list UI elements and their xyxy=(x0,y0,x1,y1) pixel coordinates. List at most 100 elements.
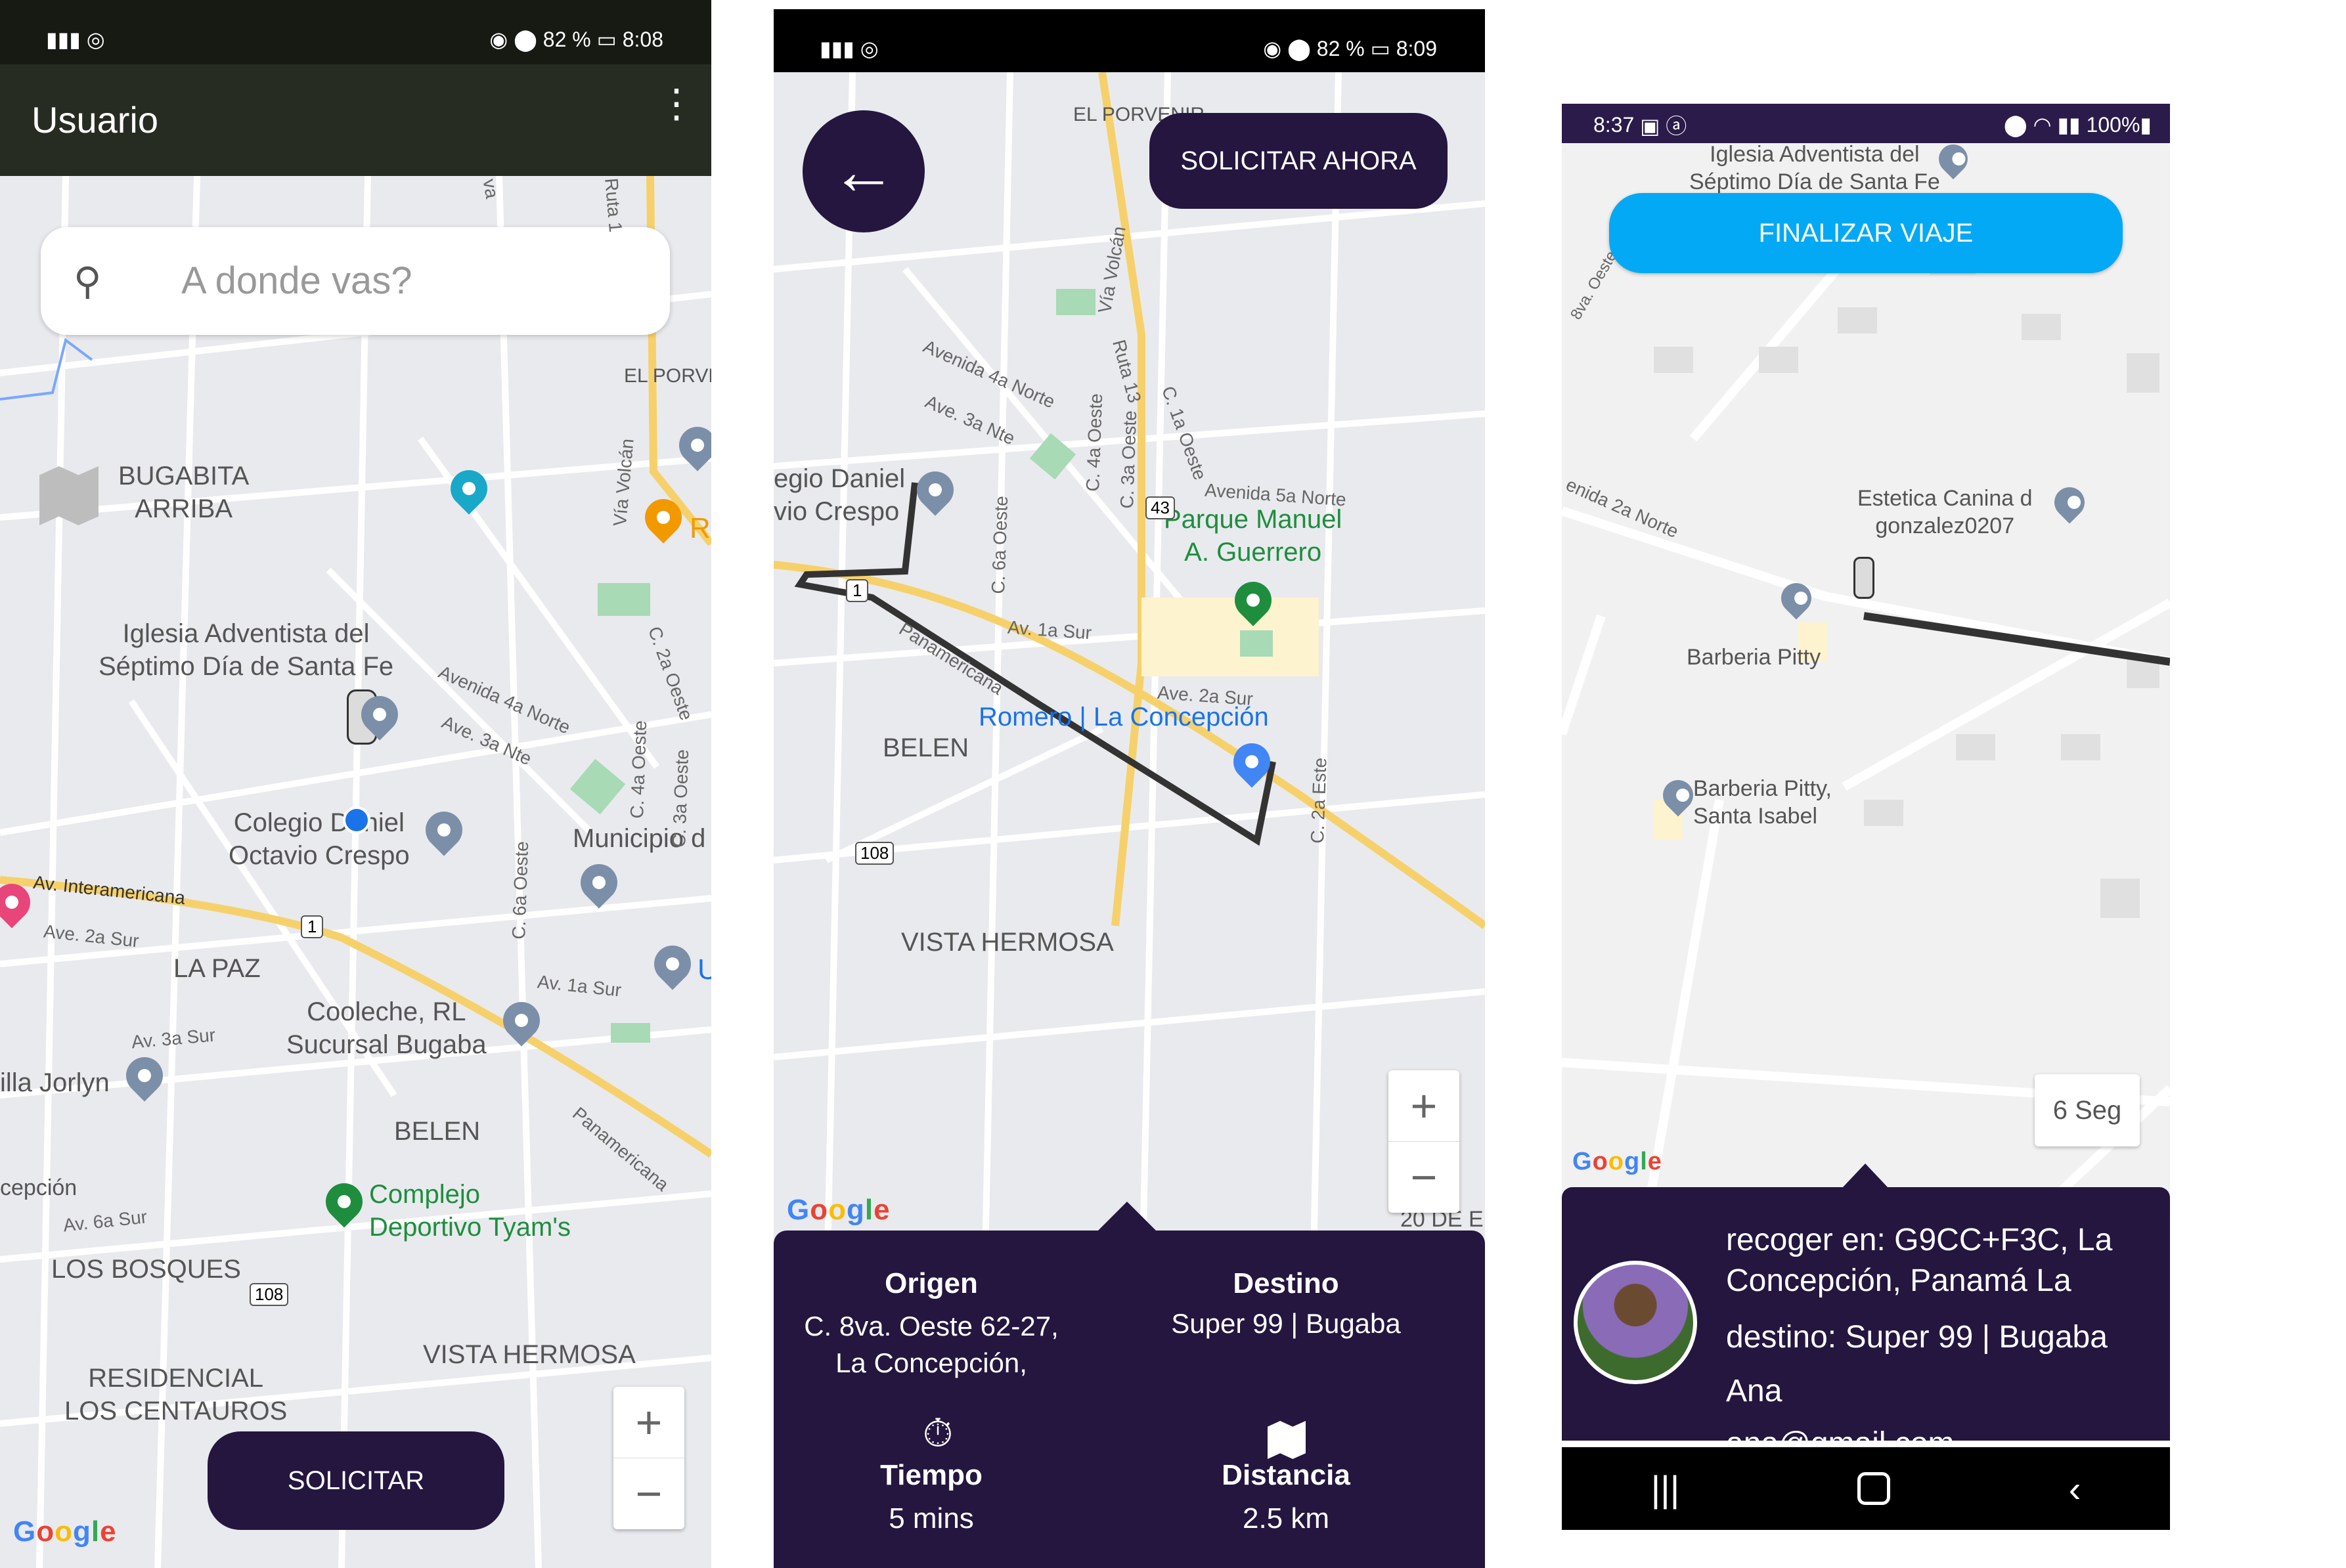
street-c2a-este: C. 2a Este xyxy=(1307,757,1331,844)
status-bar-3-content: 8:37 ▣ ⓐ ⬤ ◠ ▮▮ 100% ▮ xyxy=(1593,112,2152,139)
more-options-icon[interactable]: ⋮ xyxy=(657,84,696,123)
label-la-paz: LA PAZ xyxy=(173,954,261,983)
finalizar-viaje-label: FINALIZAR VIAJE xyxy=(1758,218,1974,248)
street-c6a-oeste: C. 6a Oeste xyxy=(508,840,533,940)
label-r: R xyxy=(690,512,711,544)
solicitar-button[interactable]: SOLICITAR xyxy=(208,1431,504,1530)
label-complejo: Complejo Deportivo Tyam's xyxy=(369,1180,571,1242)
page-title: Usuario xyxy=(32,99,158,141)
time-value: 5 mins xyxy=(889,1502,974,1535)
avatar xyxy=(1574,1261,1697,1384)
zoom-controls: + − xyxy=(613,1387,684,1529)
dest-title: Destino xyxy=(1233,1267,1339,1299)
battery-icon: ▭ xyxy=(596,28,617,51)
my-location-dot xyxy=(343,806,370,834)
label-estetica: Estetica Canina d gonzalez0207 xyxy=(1857,486,2033,538)
battery-label-3: 100% xyxy=(2086,112,2140,137)
route-shield-1: 1 xyxy=(301,915,324,938)
battery-icon-3: ▮ xyxy=(2140,113,2152,137)
timer-label: 6 Seg xyxy=(2052,1095,2122,1125)
solicitar-button-label: SOLICITAR xyxy=(287,1466,425,1495)
zoom-in-button-2[interactable]: + xyxy=(1388,1070,1459,1141)
route-line-3 xyxy=(1863,612,2170,666)
search-icon: ⚲ xyxy=(74,260,102,303)
route-shield-1-2: 1 xyxy=(846,579,869,602)
timer-badge: 6 Seg xyxy=(2035,1074,2140,1146)
label-vista-hermosa: VISTA HERMOSA xyxy=(423,1340,636,1369)
label-cooleche: Cooleche, RL Sucursal Bugaba xyxy=(286,997,487,1059)
label-iglesia-3: Iglesia Adventista del Séptimo Día de Sa… xyxy=(1689,142,1940,194)
street-c3a-oeste: C. 3a Oeste xyxy=(669,749,693,848)
screen-conductor: 8:37 ▣ ⓐ ⬤ ◠ ▮▮ 100% ▮ Iglesia Adventist… xyxy=(1562,104,2170,1530)
label-barberia: Barberia Pitty xyxy=(1687,645,1821,670)
app-bar: Usuario ⋮ xyxy=(0,64,711,176)
route-shield-43: 43 xyxy=(1145,496,1175,519)
label-colegio-2: egio Daniel vio Crespo xyxy=(774,464,906,526)
street-c4a-oeste-2: C. 4a Oeste xyxy=(1082,393,1107,492)
pickup-text: recoger en: G9CC+F3C, La Concepción, Pan… xyxy=(1726,1223,2113,1298)
info-pointer-3 xyxy=(1843,1164,1888,1187)
screen-usuario: ▮▮▮ ◎ ◉ ⬤ 82 % ▭ 8:08 Usuario ⋮ ⚲ A dond… xyxy=(0,0,711,1568)
route-shield-108: 108 xyxy=(250,1283,289,1306)
back-nav-icon[interactable]: ‹ xyxy=(2069,1468,2081,1510)
location-wifi-icons: ⬤ ◠ ▮▮ xyxy=(2003,113,2081,137)
destination-text: destino: Super 99 | Bugaba xyxy=(1726,1320,2108,1355)
label-iglesia: Iglesia Adventista del Séptimo Día de Sa… xyxy=(99,619,394,681)
info-pointer xyxy=(1098,1202,1156,1230)
label-belen-2: BELEN xyxy=(883,733,969,762)
label-el-porve: EL PORVE xyxy=(624,365,711,387)
screen-solicitar: ▮▮▮ ◎ ◉ ⬤ 82 % ▭ 8:09 EL PORVENIR egio D… xyxy=(774,9,1485,1568)
map-icon xyxy=(39,466,99,525)
status-bar-content: ▮▮▮ ◎ ◉ ⬤ 82 % ▭ 8:08 xyxy=(46,26,663,53)
timer-icon: ⏱ xyxy=(922,1411,954,1455)
finalizar-viaje-button[interactable]: FINALIZAR VIAJE xyxy=(1609,193,2123,273)
google-logo-3: Google xyxy=(1572,1148,1662,1175)
dest-value: Super 99 | Bugaba xyxy=(1171,1308,1401,1339)
search-input[interactable]: A donde vas? xyxy=(181,259,412,303)
eye-icon: ◉ ⬤ xyxy=(489,28,537,51)
label-bugabita: BUGABITA ARRIBA xyxy=(118,462,250,523)
solicitar-ahora-button[interactable]: SOLICITAR AHORA xyxy=(1149,113,1448,209)
label-vista-hermosa-2: VISTA HERMOSA xyxy=(901,928,1114,957)
car-icon-3 xyxy=(1853,557,1874,599)
zoom-out-button[interactable]: − xyxy=(613,1458,684,1529)
search-box[interactable]: ⚲ A donde vas? xyxy=(41,227,670,335)
battery-label-2: 82 % xyxy=(1316,36,1365,60)
signal-icon-2: ▮▮▮ ◎ xyxy=(820,37,879,60)
signal-icon: ▮▮▮ ◎ xyxy=(46,28,105,51)
label-belen: BELEN xyxy=(394,1117,481,1146)
street-c3a-oeste-2: C. 3a Oeste xyxy=(1117,410,1141,510)
passenger-name: Ana xyxy=(1726,1374,1782,1408)
label-villa: illa Jorlyn xyxy=(0,1068,110,1097)
label-los-bosques: LOS BOSQUES xyxy=(51,1255,241,1284)
back-button[interactable]: ← xyxy=(803,110,925,232)
label-parque: Parque Manuel A. Guerrero xyxy=(1164,505,1342,567)
zoom-out-button-2[interactable]: − xyxy=(1388,1141,1459,1213)
label-u: U xyxy=(697,953,711,986)
origin-title: Origen xyxy=(885,1267,978,1299)
zoom-controls-2: + − xyxy=(1388,1070,1459,1213)
zoom-in-button[interactable]: + xyxy=(613,1387,684,1458)
label-colegio: Colegio Daniel Octavio Crespo xyxy=(229,808,410,870)
android-nav-bar: ||| ‹ xyxy=(1562,1447,2170,1530)
passenger-info: recoger en: G9CC+F3C, La Concepción, Pan… xyxy=(1726,1220,2159,1441)
passenger-email: ana@gmail.com xyxy=(1726,1424,2159,1441)
map-icon-2 xyxy=(1268,1421,1306,1459)
recent-apps-icon[interactable]: ||| xyxy=(1651,1468,1680,1510)
status-bar-2-content: ▮▮▮ ◎ ◉ ⬤ 82 % ▭ 8:09 xyxy=(820,35,1437,62)
trip-info-panel: Origen C. 8va. Oeste 62-27, La Concepció… xyxy=(774,1230,1485,1568)
battery-icon-2: ▭ xyxy=(1370,37,1390,60)
label-concepcion: cepción xyxy=(0,1175,77,1200)
clock: 8:08 xyxy=(622,27,663,51)
google-logo-2: Google xyxy=(787,1194,891,1226)
origin-value: C. 8va. Oeste 62-27, La Concepción, xyxy=(804,1311,1059,1378)
trip-request-panel: recoger en: G9CC+F3C, La Concepción, Pan… xyxy=(1562,1187,2170,1441)
label-barberia-2: Barberia Pitty, Santa Isabel xyxy=(1693,776,1832,829)
notification-icons: ▣ ⓐ xyxy=(1640,114,1687,138)
google-logo: Google xyxy=(13,1515,117,1548)
battery-label: 82 % xyxy=(542,27,591,51)
street-c6a-oeste-2: C. 6a Oeste xyxy=(988,495,1012,595)
distance-value: 2.5 km xyxy=(1242,1502,1330,1535)
home-icon[interactable] xyxy=(1857,1472,1891,1505)
street-c4a-oeste: C. 4a Oeste xyxy=(627,720,651,819)
